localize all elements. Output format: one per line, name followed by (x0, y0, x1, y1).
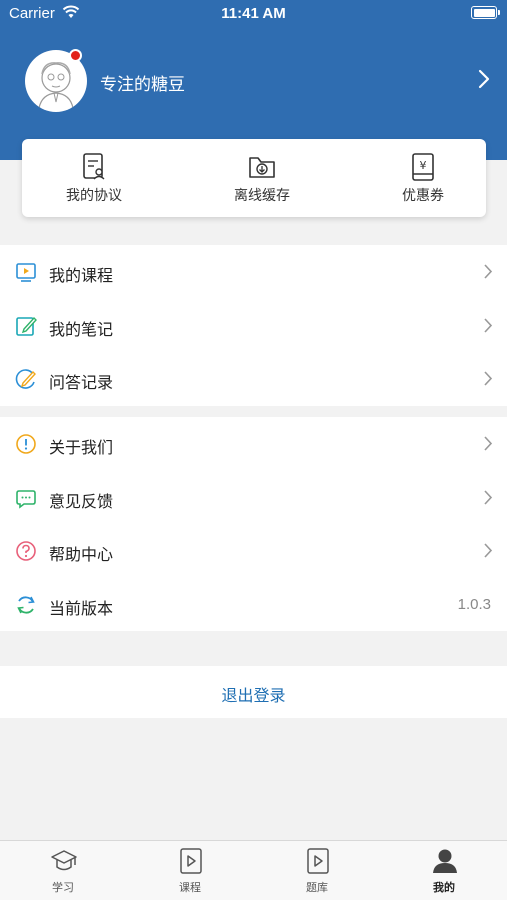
tab-label: 课程 (179, 882, 201, 894)
tab-label: 学习 (52, 882, 74, 894)
profile-row[interactable]: 专注的糖豆 (0, 48, 507, 114)
about-icon (16, 434, 36, 454)
chevron-right-icon (484, 264, 493, 279)
menu-item-label: 意见反馈 (49, 493, 114, 511)
offline-cache-icon (249, 157, 275, 178)
feedback-icon (16, 489, 36, 509)
quick-action-coupon[interactable]: ¥ 优惠券 (358, 139, 488, 217)
bottom-tab-bar: 学习 课程 题库 我的 (0, 840, 507, 900)
tab-study[interactable]: 学习 (0, 841, 126, 900)
menu-group-about: 关于我们 意见反馈 帮助中心 当前版本 1.0.3 (0, 417, 507, 631)
course-play-icon (180, 848, 202, 874)
chevron-right-icon (484, 543, 493, 558)
note-icon (16, 316, 37, 336)
menu-item-my-notes[interactable]: 我的笔记 (0, 299, 507, 353)
menu-item-label: 帮助中心 (49, 547, 114, 564)
menu-item-label: 问答记录 (49, 375, 114, 392)
version-number: 1.0.3 (457, 595, 491, 613)
menu-item-label: 我的笔记 (49, 321, 114, 339)
menu-item-my-courses[interactable]: 我的课程 (0, 245, 507, 299)
logout-button[interactable]: 退出登录 (0, 666, 507, 718)
menu-group-learning: 我的课程 我的笔记 问答记录 (0, 245, 507, 406)
tab-label: 题库 (306, 882, 328, 894)
logout-label: 退出登录 (221, 688, 286, 705)
chevron-right-icon (484, 371, 493, 386)
menu-item-current-version: 当前版本 1.0.3 (0, 578, 507, 632)
tab-label: 我的 (433, 882, 455, 894)
quick-action-label: 我的协议 (66, 187, 122, 203)
chevron-right-icon[interactable] (477, 68, 491, 90)
menu-item-label: 我的课程 (49, 268, 114, 285)
help-icon (16, 541, 36, 561)
agreement-icon (83, 153, 105, 180)
coupon-icon: ¥ (412, 153, 434, 181)
menu-item-help-center[interactable]: 帮助中心 (0, 524, 507, 578)
tab-profile[interactable]: 我的 (381, 841, 507, 900)
menu-item-feedback[interactable]: 意见反馈 (0, 471, 507, 525)
menu-item-label: 当前版本 (49, 600, 114, 618)
chevron-right-icon (484, 436, 493, 451)
tab-courses[interactable]: 课程 (127, 841, 253, 900)
quick-actions-card: 我的协议 离线缓存 ¥ 优惠券 (22, 139, 486, 217)
user-nickname: 专注的糖豆 (100, 75, 185, 94)
quick-action-label: 离线缓存 (234, 187, 290, 203)
chevron-right-icon (484, 489, 493, 505)
profile-icon (433, 849, 457, 873)
tab-question-bank[interactable]: 题库 (254, 841, 380, 900)
qa-record-icon (15, 369, 36, 389)
version-icon (17, 595, 35, 614)
quick-action-offline-cache[interactable]: 离线缓存 (197, 139, 327, 217)
battery-icon (471, 6, 500, 19)
quick-action-agreement[interactable]: 我的协议 (29, 139, 159, 217)
question-bank-icon (307, 848, 329, 874)
svg-text:¥: ¥ (420, 159, 427, 172)
course-icon (16, 263, 36, 282)
menu-item-qa-records[interactable]: 问答记录 (0, 352, 507, 406)
menu-item-about-us[interactable]: 关于我们 (0, 417, 507, 471)
status-time: 11:41 AM (221, 5, 286, 22)
menu-item-label: 关于我们 (49, 440, 114, 457)
notification-badge (69, 49, 82, 62)
status-bar: Carrier 11:41 AM (0, 0, 507, 28)
quick-action-label: 优惠券 (402, 187, 444, 203)
chevron-right-icon (484, 317, 493, 333)
study-icon (51, 850, 77, 871)
